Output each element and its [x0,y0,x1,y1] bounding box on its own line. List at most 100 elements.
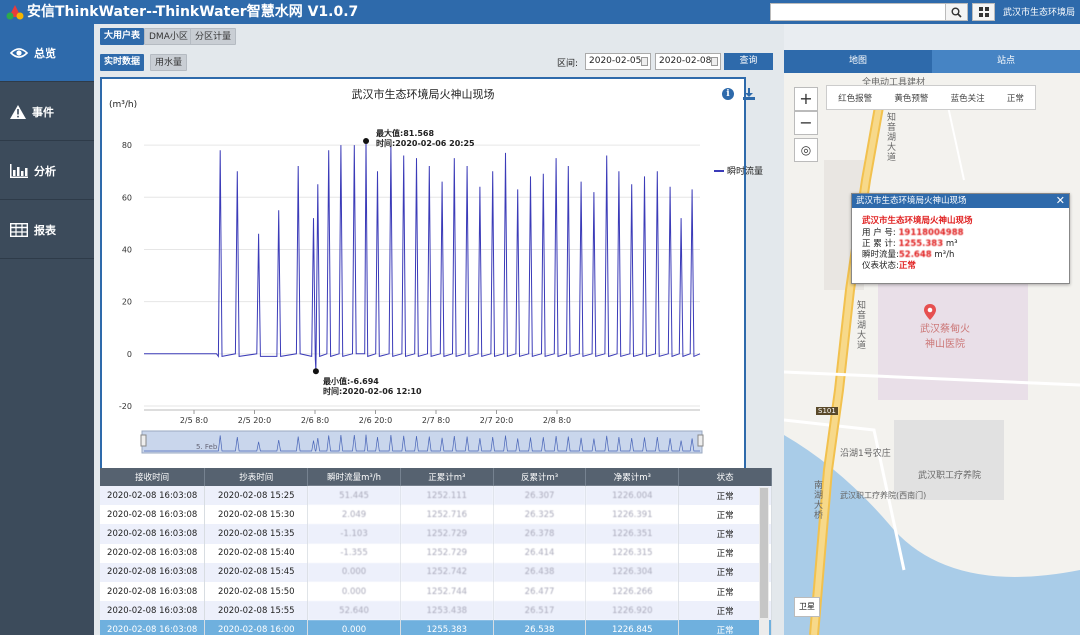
navigator-label: 5. Feb [196,443,218,451]
sidebar-item-analysis[interactable]: 分析 [0,142,94,200]
table-cell: 1252.729 [400,524,494,544]
zoom-in-button[interactable]: + [794,87,818,111]
table-cell: 2020-02-08 16:03:08 [100,620,206,635]
table-scroll-thumb[interactable] [760,488,768,618]
data-panel: 大用户表 DMA小区 分区计量 实时数据 用水量 区间: 2020-02-05 … [94,24,784,635]
table-cell: 1252.742 [400,562,494,582]
popup-status-row: 仪表状态:正常 [862,261,916,272]
table-cell: 2020-02-08 16:03:08 [100,486,206,506]
column-header[interactable]: 抄表时间 [204,468,309,486]
table-cell: 正常 [678,601,772,621]
bar-chart-icon [10,163,28,178]
tab-district-metering[interactable]: 分区计量 [190,28,237,45]
filter-red-alarm[interactable]: 红色报警 [838,92,872,104]
x-tick-label: 2/5 20:0 [238,416,271,425]
table-cell: 52.640 [307,601,401,621]
table-cell: 正常 [678,543,772,563]
y-tick-label: 40 [122,245,132,254]
table-cell: 1252.716 [400,505,494,525]
end-date-field[interactable]: 2020-02-08 [655,53,721,70]
filter-blue-watch[interactable]: 蓝色关注 [951,92,985,104]
table-cell: 26.307 [493,486,587,506]
table-cell: -1.355 [307,543,401,563]
table-cell: 2020-02-08 15:40 [204,543,309,563]
table-cell: 2020-02-08 16:00 [204,620,309,635]
table-cell: 26.378 [493,524,587,544]
table-cell: 1226.315 [585,543,680,563]
popup-total-value: 1255.383 [898,239,944,249]
column-header[interactable]: 正累计m³ [400,468,494,486]
location-pin-icon[interactable] [924,304,936,320]
popup-status-value: 正常 [898,261,916,271]
table-cell: 1255.383 [400,620,494,635]
table-row[interactable]: 2020-02-08 16:03:08 2020-02-08 16:00 0.000… [100,620,772,635]
popup-total-row: 正 累 计: 1255.383 m³ [862,239,958,250]
navigator-handle-left[interactable] [140,434,147,447]
table-row[interactable]: 2020-02-08 16:03:08 2020-02-08 15:55 52.64… [100,601,772,621]
search-icon [951,7,962,18]
filter-yellow-warning[interactable]: 黄色预警 [894,92,928,104]
table-cell: 2020-02-08 15:50 [204,581,309,602]
table-row[interactable]: 2020-02-08 16:03:08 2020-02-08 15:40 -1.35… [100,543,772,563]
locate-button[interactable]: ◎ [794,138,818,162]
column-header[interactable]: 反累计m³ [493,468,587,486]
map-label: 知音湖大道 [855,300,865,350]
tab-consumption[interactable]: 用水量 [150,54,188,71]
calendar-icon [711,57,718,66]
satellite-toggle-button[interactable]: 卫星 [794,597,820,617]
table-cell: 26.517 [493,601,587,621]
column-header[interactable]: 净累计m³ [585,468,680,486]
org-name[interactable]: 武汉市生态环境局 [1003,5,1075,18]
table-cell: 26.538 [493,620,587,635]
table-cell: 2020-02-08 15:45 [204,562,309,582]
table-row[interactable]: 2020-02-08 16:03:08 2020-02-08 15:45 0.000… [100,562,772,582]
grid-menu-button[interactable] [972,3,995,21]
sidebar-item-overview[interactable]: 总览 [0,24,94,82]
column-header[interactable]: 瞬时流量m³/h [307,468,401,486]
close-icon[interactable]: ✕ [1056,194,1065,208]
table-cell: 正常 [678,562,772,582]
table-cell: 2020-02-08 16:03:08 [100,543,206,563]
tab-large-users[interactable]: 大用户表 [100,28,145,45]
sidebar-item-label: 分析 [34,164,56,178]
search-button[interactable] [945,3,968,21]
tab-map[interactable]: 地图 [784,50,932,73]
table-cell: 2020-02-08 16:03:08 [100,505,206,525]
table-cell: 0.000 [307,562,401,582]
start-date-field[interactable]: 2020-02-05 [585,53,651,70]
popup-user-row: 用 户 号: 19118004988 [862,228,964,239]
table-row[interactable]: 2020-02-08 16:03:08 2020-02-08 15:35 -1.10… [100,524,772,544]
table-cell: 26.477 [493,581,587,602]
x-tick-label: 2/7 8:0 [422,416,450,425]
sidebar: 总览 事件 分析 报表 [0,24,94,635]
tab-sites[interactable]: 站点 [932,50,1080,73]
map-view[interactable]: 全电动工具建材 知音湖大道 知音湖大道 武汉蔡甸火神山医院 沿湖1号农庄 武汉职… [784,50,1080,635]
filter-normal[interactable]: 正常 [1007,92,1024,104]
query-button[interactable]: 查询 [724,53,773,70]
sidebar-item-events[interactable]: 事件 [0,83,94,141]
max-point-marker [363,137,370,144]
table-row[interactable]: 2020-02-08 16:03:08 2020-02-08 15:25 51.44… [100,486,772,506]
table-row[interactable]: 2020-02-08 16:03:08 2020-02-08 15:30 2.049… [100,505,772,525]
tab-dma[interactable]: DMA小区 [144,28,193,45]
y-tick-label: 60 [122,193,132,202]
column-header[interactable]: 状态 [678,468,772,486]
column-header[interactable]: 接收时间 [100,468,206,486]
tab-realtime[interactable]: 实时数据 [100,54,145,71]
table-cell: 1226.920 [585,601,680,621]
table-cell: 2020-02-08 15:30 [204,505,309,525]
popup-total-label: 正 累 计: [862,239,896,249]
table-cell: 正常 [678,505,772,525]
navigator-handle-right[interactable] [697,434,704,447]
zoom-out-button[interactable]: − [794,111,818,135]
y-tick-label: 0 [127,350,132,359]
search-input[interactable] [770,3,946,21]
table-cell: 26.438 [493,562,587,582]
table-cell: 2020-02-08 16:03:08 [100,601,206,621]
download-icon[interactable] [742,87,756,101]
sidebar-item-reports[interactable]: 报表 [0,201,94,259]
max-value-label: 最大值:81.568 [376,129,435,138]
table-cell: 2020-02-08 16:03:08 [100,524,206,544]
min-value-label: 最小值:-6.694 [323,377,379,386]
table-row[interactable]: 2020-02-08 16:03:08 2020-02-08 15:50 0.000… [100,581,772,602]
